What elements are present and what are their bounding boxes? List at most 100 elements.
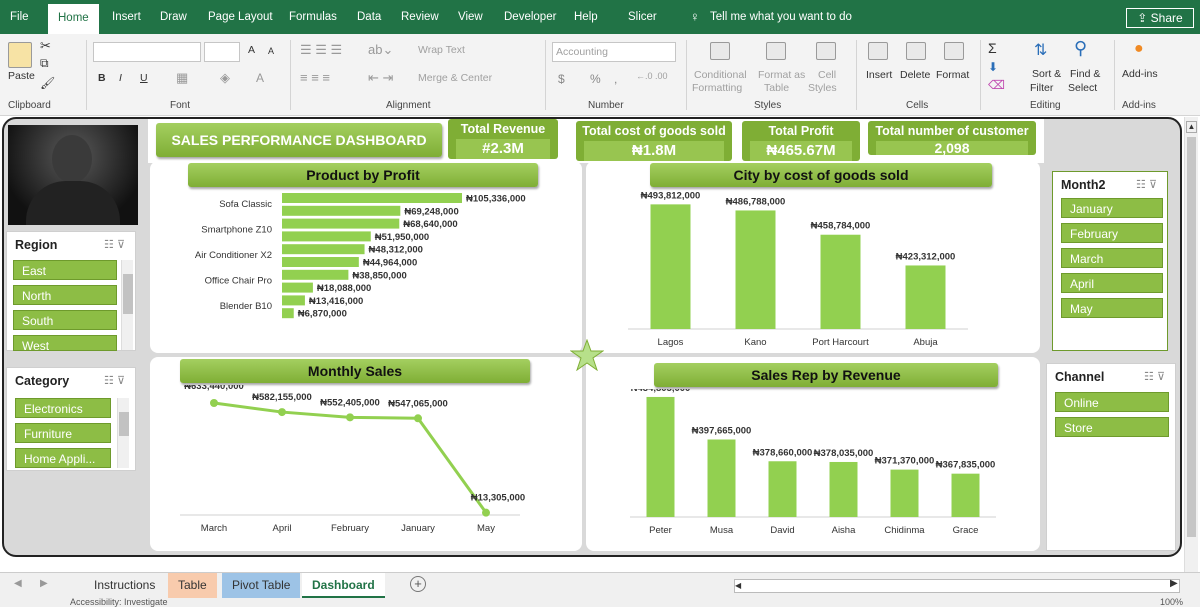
borders-icon[interactable]: ▦ [176, 70, 188, 86]
add-ins-icon[interactable]: ● [1134, 40, 1144, 58]
conditional-formatting-button[interactable]: Conditional [694, 69, 747, 81]
prev-sheet-icon[interactable]: ◀ [14, 578, 22, 589]
add-sheet-button[interactable]: + [410, 576, 426, 592]
zoom-level[interactable]: 100% [1160, 598, 1183, 607]
font-color-button[interactable]: A [256, 71, 264, 85]
slicer-item-north[interactable]: North [13, 285, 117, 305]
accessibility-status[interactable]: Accessibility: Investigate [70, 598, 168, 607]
menu-file[interactable]: File [10, 0, 29, 34]
delete-cells-icon[interactable] [906, 42, 926, 60]
tab-pivot-table[interactable]: Pivot Table [222, 573, 301, 598]
menu-view[interactable]: View [458, 0, 483, 34]
menu-draw[interactable]: Draw [160, 0, 187, 34]
add-ins-button[interactable]: Add-ins [1122, 68, 1158, 80]
bold-button[interactable]: B [98, 72, 106, 84]
slicer-item-home-appliances[interactable]: Home Appli... [15, 448, 111, 468]
tab-instructions[interactable]: Instructions [84, 573, 165, 598]
number-format-select[interactable]: Accounting [552, 42, 676, 62]
cell-styles-icon[interactable] [816, 42, 836, 60]
slicer-scrollbar[interactable] [121, 260, 133, 350]
share-button[interactable]: ⇪ Share [1126, 8, 1194, 28]
paste-icon[interactable] [8, 42, 32, 68]
scroll-up-icon[interactable]: ▲ [1186, 121, 1197, 133]
scroll-left-icon[interactable]: ◀ [735, 581, 745, 591]
tab-table[interactable]: Table [168, 573, 217, 598]
multi-select-icon[interactable]: ☷ ⊽ [104, 238, 125, 251]
scroll-thumb[interactable] [119, 412, 129, 436]
menu-data[interactable]: Data [357, 0, 381, 34]
menu-help[interactable]: Help [574, 0, 598, 34]
indent-icon[interactable]: ⇤ ⇥ [368, 70, 393, 86]
autosum-icon[interactable]: Σ [988, 40, 997, 56]
next-sheet-icon[interactable]: ▶ [40, 578, 48, 589]
format-as-table-button[interactable]: Format as [758, 69, 805, 81]
format-cells-button[interactable]: Format [936, 69, 969, 81]
scroll-thumb[interactable] [123, 274, 133, 314]
align-left-icon[interactable]: ≡ ≡ ≡ [300, 70, 330, 85]
find-select-icon[interactable]: ⚲ [1074, 38, 1087, 59]
menu-slicer[interactable]: Slicer [628, 0, 657, 34]
currency-button[interactable]: $ [558, 72, 565, 86]
copy-icon[interactable]: ⧉ [40, 56, 49, 71]
slicer-item-march[interactable]: March [1061, 248, 1163, 268]
format-painter-icon[interactable]: 🖌 [40, 76, 55, 90]
multi-select-icon[interactable]: ☷ ⊽ [1136, 178, 1157, 191]
orientation-icon[interactable]: ab⌄ [368, 42, 393, 58]
insert-cells-button[interactable]: Insert [866, 69, 892, 81]
paste-button[interactable]: Paste [8, 70, 35, 82]
slicer-item-furniture[interactable]: Furniture [15, 423, 111, 443]
dashboard: SALES PERFORMANCE DASHBOARD Total Revenu… [2, 117, 1182, 557]
slicer-item-west[interactable]: West [13, 335, 117, 351]
cut-icon[interactable]: ✂ [40, 38, 51, 54]
slicer-item-electronics[interactable]: Electronics [15, 398, 111, 418]
increase-decimal-button[interactable]: ←.0 .00 [636, 71, 668, 81]
menu-page-layout[interactable]: Page Layout [208, 0, 273, 34]
slicer-scrollbar[interactable] [117, 398, 129, 468]
slicer-item-february[interactable]: February [1061, 223, 1163, 243]
align-top-icon[interactable]: ☰ ☰ ☰ [300, 42, 342, 58]
font-size-select[interactable] [204, 42, 240, 62]
slicer-item-south[interactable]: South [13, 310, 117, 330]
multi-select-icon[interactable]: ☷ ⊽ [1144, 370, 1165, 383]
slicer-item-april[interactable]: April [1061, 273, 1163, 293]
underline-button[interactable]: U [140, 72, 148, 84]
tab-dashboard[interactable]: Dashboard [302, 573, 385, 598]
clear-icon[interactable]: ⌫ [988, 78, 1005, 92]
fill-color-icon[interactable]: ◈ [220, 70, 230, 86]
slicer-item-january[interactable]: January [1061, 198, 1163, 218]
tell-me-search[interactable]: Tell me what you want to do [710, 0, 852, 34]
slicer-item-online[interactable]: Online [1055, 392, 1169, 412]
conditional-formatting-icon[interactable] [710, 42, 730, 60]
menu-formulas[interactable]: Formulas [289, 0, 337, 34]
insert-cells-icon[interactable] [868, 42, 888, 60]
format-cells-icon[interactable] [944, 42, 964, 60]
scroll-thumb[interactable] [1187, 137, 1196, 537]
slicer-item-east[interactable]: East [13, 260, 117, 280]
menu-home[interactable]: Home [48, 4, 99, 34]
vertical-scrollbar[interactable]: ▲ [1184, 117, 1198, 572]
slicer-item-may[interactable]: May [1061, 298, 1163, 318]
menu-review[interactable]: Review [401, 0, 439, 34]
menu-developer[interactable]: Developer [504, 0, 556, 34]
sort-filter-button[interactable]: Sort & [1032, 68, 1061, 80]
italic-button[interactable]: I [119, 72, 122, 84]
fill-icon[interactable]: ⬇ [988, 60, 998, 74]
format-as-table-icon[interactable] [766, 42, 786, 60]
slicer-item-store[interactable]: Store [1055, 417, 1169, 437]
menu-insert[interactable]: Insert [112, 0, 141, 34]
grow-font-button[interactable]: A [248, 44, 255, 56]
font-name-select[interactable] [93, 42, 201, 62]
scroll-right-icon[interactable]: ▶ [1170, 578, 1178, 589]
shrink-font-button[interactable]: A [268, 46, 274, 56]
sort-filter-icon[interactable]: ⇅ [1034, 40, 1047, 60]
multi-select-icon[interactable]: ☷ ⊽ [104, 374, 125, 387]
data-label: ₦458,784,000 [811, 221, 871, 232]
merge-center-button[interactable]: Merge & Center [418, 72, 492, 84]
delete-cells-button[interactable]: Delete [900, 69, 930, 81]
wrap-text-button[interactable]: Wrap Text [418, 44, 465, 56]
horizontal-scrollbar[interactable]: ◀ [734, 579, 1180, 593]
comma-button[interactable]: , [614, 72, 617, 86]
percent-button[interactable]: % [590, 72, 601, 86]
cell-styles-button[interactable]: Cell [818, 69, 836, 81]
find-select-button[interactable]: Find & [1070, 68, 1100, 80]
